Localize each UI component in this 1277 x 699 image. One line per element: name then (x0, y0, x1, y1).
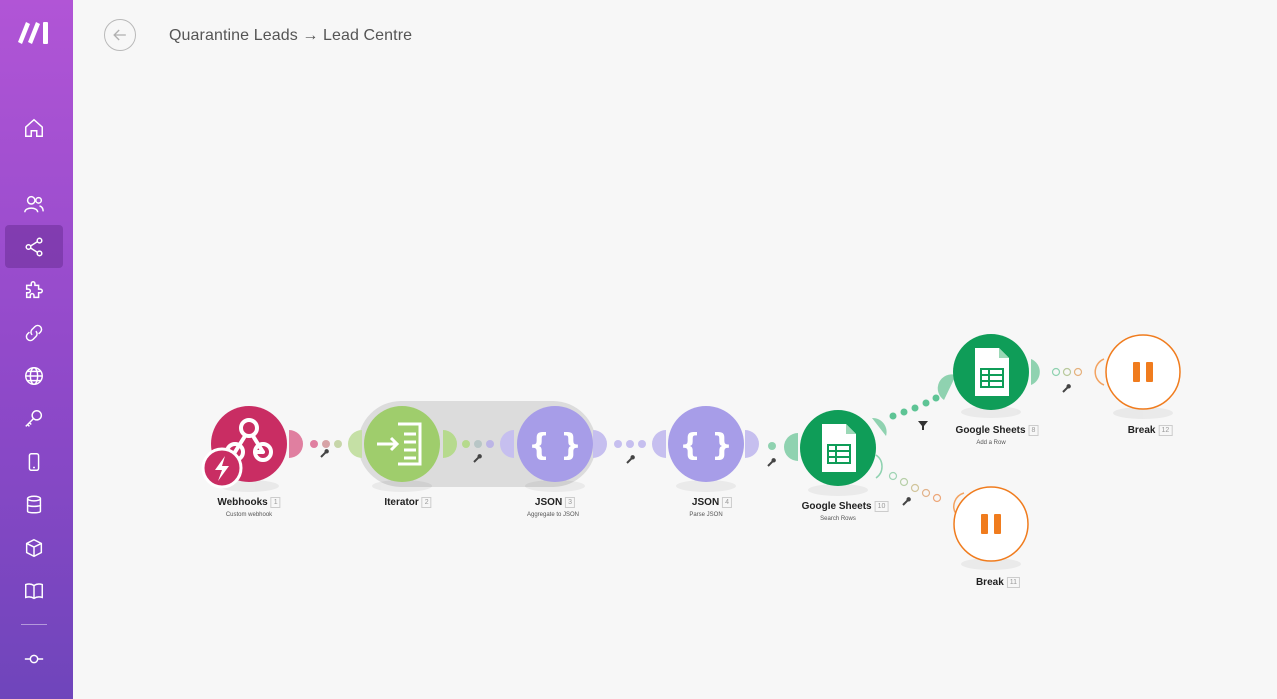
module-title: Google Sheets 8 (956, 425, 1039, 436)
wrench-icon[interactable] (625, 454, 635, 464)
module-break-top[interactable] (1105, 334, 1181, 410)
connector-sheets-add-break-top[interactable] (1031, 358, 1105, 386)
module-subtitle: Add a Row (976, 440, 1006, 446)
module-title: Break 12 (1128, 425, 1173, 436)
module-json-parse[interactable]: { } (668, 406, 744, 482)
module-subtitle: Search Rows (820, 516, 856, 522)
google-sheets-icon (822, 424, 856, 472)
module-iterator[interactable] (364, 406, 440, 482)
json-icon: { } (528, 428, 581, 463)
filter-icon[interactable] (918, 421, 928, 430)
module-subtitle: Aggregate to JSON (526, 512, 580, 518)
module-json-aggregate[interactable]: { } (517, 406, 593, 482)
module-title: Google Sheets 10 (802, 501, 889, 512)
module-subtitle: Custom webhook (225, 512, 273, 518)
wrench-icon[interactable] (766, 457, 776, 467)
connector-json-json[interactable] (593, 430, 666, 458)
wrench-icon[interactable] (901, 496, 911, 506)
google-sheets-icon (975, 348, 1009, 396)
module-title: Break 11 (976, 577, 1021, 588)
module-webhooks[interactable] (201, 406, 287, 489)
connector-json-sheets[interactable] (745, 430, 798, 461)
json-icon: { } (679, 428, 732, 463)
wrench-icon[interactable] (1061, 383, 1071, 393)
module-google-sheets-add[interactable] (953, 334, 1029, 410)
wrench-icon[interactable] (319, 448, 329, 458)
scenario-canvas: { } { } (201, 334, 1181, 570)
connector-sheets-break-bottom[interactable] (875, 454, 965, 515)
module-title: JSON 3 (535, 497, 576, 508)
module-google-sheets-search[interactable] (800, 410, 876, 486)
module-title: Iterator 2 (384, 497, 432, 508)
module-title: Webhooks 1 (217, 497, 281, 508)
module-title: JSON 4 (692, 497, 733, 508)
module-subtitle: Parse JSON (689, 512, 723, 518)
module-break-bottom[interactable] (953, 486, 1029, 562)
connector-sheets-sheets-add[interactable] (872, 374, 956, 436)
